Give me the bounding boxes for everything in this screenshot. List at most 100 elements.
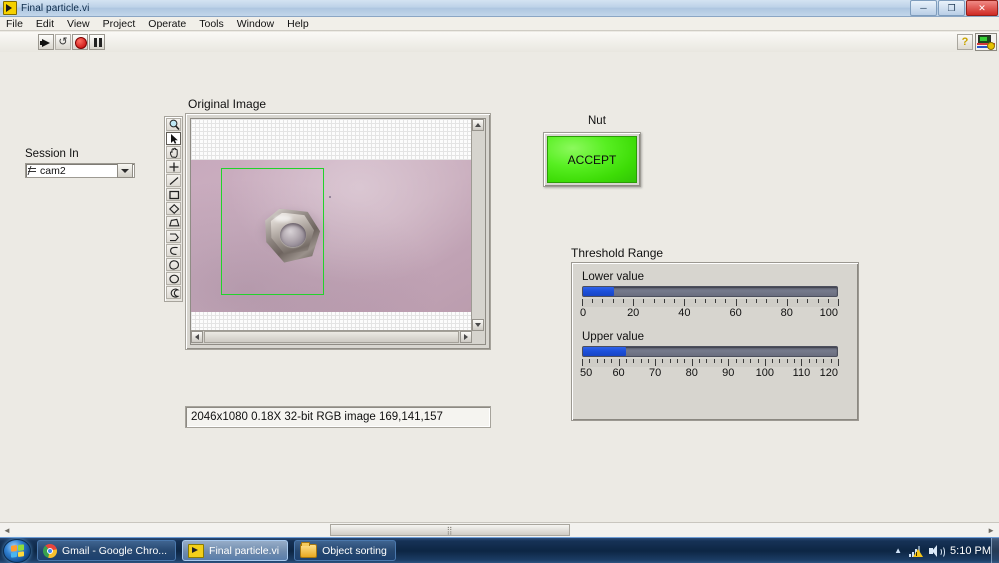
accept-led-value: ACCEPT (547, 136, 637, 183)
image-viewer[interactable] (185, 113, 491, 350)
window-controls: ─ ❐ ✕ (910, 0, 998, 16)
labview-vi-icon (188, 543, 205, 558)
front-panel: Session In cam2 Original Image 2046x1080… (0, 52, 999, 522)
lower-value-slider[interactable] (582, 286, 838, 297)
menu-bar: File Edit View Project Operate Tools Win… (0, 17, 999, 31)
freehand-region-tool[interactable] (166, 258, 181, 271)
menu-item-project[interactable]: Project (103, 18, 136, 30)
pause-icon (94, 38, 97, 47)
menu-item-window[interactable]: Window (237, 18, 274, 30)
taskbar-item-chrome[interactable]: Gmail - Google Chro... (37, 540, 177, 561)
labview-vi-icon (3, 1, 17, 15)
scroll-down-button[interactable] (472, 319, 484, 331)
chrome-icon (43, 543, 57, 558)
windows-logo-icon (10, 543, 24, 558)
nut-indicator-label: Nut (588, 115, 606, 127)
session-in-combo[interactable]: cam2 (25, 163, 135, 178)
oval-tool[interactable] (166, 272, 181, 285)
original-image-label: Original Image (188, 97, 267, 111)
show-desktop-button[interactable] (991, 538, 999, 563)
folder-icon (300, 541, 318, 558)
polygon-tool[interactable] (166, 216, 181, 229)
taskbar-clock[interactable]: 5:10 PM (950, 545, 991, 557)
session-in-label: Session In (25, 148, 79, 160)
abort-button[interactable] (72, 34, 88, 50)
context-help-button[interactable]: ? (957, 34, 973, 50)
image-vertical-scrollbar[interactable] (471, 119, 485, 331)
menu-item-edit[interactable]: Edit (36, 18, 54, 30)
captured-photo (191, 160, 472, 312)
image-hscroll-thumb[interactable] (204, 331, 459, 343)
upper-value-tick-labels: 50 60 70 80 90 100 110 120 (580, 367, 838, 379)
panel-scroll-left-arrow[interactable]: ◄ (3, 526, 11, 535)
window-title: Final particle.vi (21, 2, 90, 14)
run-button[interactable] (38, 34, 54, 50)
lower-value-ticks (582, 299, 839, 307)
maximize-button[interactable]: ❐ (938, 0, 965, 16)
start-button[interactable] (3, 538, 31, 563)
threshold-range-cluster: Lower value 0 20 40 60 80 100 Upper value 50 6… (571, 262, 859, 421)
annulus-tool[interactable] (166, 286, 181, 299)
abort-stop-icon (75, 37, 87, 49)
io-session-icon (27, 164, 38, 177)
menu-item-file[interactable]: File (6, 18, 23, 30)
window-title-bar: Final particle.vi ─ ❐ ✕ (0, 0, 999, 17)
scroll-left-button[interactable] (191, 331, 203, 343)
pause-button[interactable] (89, 34, 105, 50)
image-canvas[interactable] (191, 119, 472, 331)
vi-connector-pane-icon[interactable] (975, 33, 997, 51)
menu-item-help[interactable]: Help (287, 18, 309, 30)
session-in-value: cam2 (40, 164, 66, 177)
zoom-tool[interactable] (166, 118, 181, 131)
rectangle-tool[interactable] (166, 188, 181, 201)
lower-value-label: Lower value (582, 271, 645, 283)
upper-value-fill (583, 347, 626, 356)
image-horizontal-scrollbar[interactable] (191, 330, 472, 344)
roi-rectangle[interactable] (220, 167, 325, 296)
taskbar-item-chrome-label: Gmail - Google Chro... (62, 544, 168, 557)
minimize-button[interactable]: ─ (910, 0, 937, 16)
panel-scroll-thumb[interactable]: ⣿ (330, 524, 570, 536)
taskbar-item-folder[interactable]: Object sorting (294, 540, 396, 561)
panel-horizontal-scrollbar[interactable]: ◄ ⣿ ► (0, 522, 999, 538)
lower-value-fill (583, 287, 614, 296)
lower-value-slider-block: Lower value 0 20 40 60 80 100 (580, 271, 848, 321)
image-status-bar: 2046x1080 0.18X 32-bit RGB image 169,141… (185, 406, 491, 428)
line-tool[interactable] (166, 174, 181, 187)
upper-value-ticks (582, 359, 839, 367)
taskbar-item-labview[interactable]: Final particle.vi (182, 540, 289, 561)
freehand-line-tool[interactable] (166, 244, 181, 257)
network-warning-icon[interactable] (909, 545, 924, 557)
menu-item-operate[interactable]: Operate (148, 18, 186, 30)
panel-scroll-right-arrow[interactable]: ► (987, 526, 995, 535)
session-in-control: Session In cam2 (25, 148, 135, 178)
rotated-rectangle-tool[interactable] (166, 202, 181, 215)
nut-status-indicator: ACCEPT (543, 132, 641, 187)
system-tray: ▲ 5:10 PM (894, 538, 999, 563)
tray-overflow-icon[interactable]: ▲ (894, 546, 902, 555)
scrollbar-corner (472, 331, 485, 344)
scroll-grip: ⣿ (446, 525, 454, 535)
run-controls: ↺ (38, 34, 106, 50)
menu-item-view[interactable]: View (67, 18, 90, 30)
point-tool[interactable] (166, 160, 181, 173)
selection-tool[interactable] (166, 132, 181, 145)
lower-value-tick-labels: 0 20 40 60 80 100 (580, 307, 838, 319)
upper-value-slider-block: Upper value 50 60 70 80 90 100 110 120 (580, 331, 848, 381)
taskbar-item-labview-label: Final particle.vi (209, 544, 280, 557)
scroll-right-button[interactable] (460, 331, 472, 343)
vi-toolbar: ↺ ? (0, 32, 999, 53)
threshold-range-label: Threshold Range (571, 246, 664, 260)
taskbar-item-folder-label: Object sorting (322, 544, 387, 557)
chevron-down-icon[interactable] (117, 163, 133, 178)
pan-tool[interactable] (166, 146, 181, 159)
close-button[interactable]: ✕ (966, 0, 998, 16)
volume-icon[interactable] (929, 544, 946, 558)
image-tool-palette (164, 116, 183, 302)
scroll-up-button[interactable] (472, 119, 484, 131)
menu-item-tools[interactable]: Tools (199, 18, 224, 30)
upper-value-slider[interactable] (582, 346, 838, 357)
windows-taskbar: Gmail - Google Chro... Final particle.vi… (0, 537, 999, 563)
broken-line-tool[interactable] (166, 230, 181, 243)
run-continuously-button[interactable]: ↺ (55, 34, 71, 50)
